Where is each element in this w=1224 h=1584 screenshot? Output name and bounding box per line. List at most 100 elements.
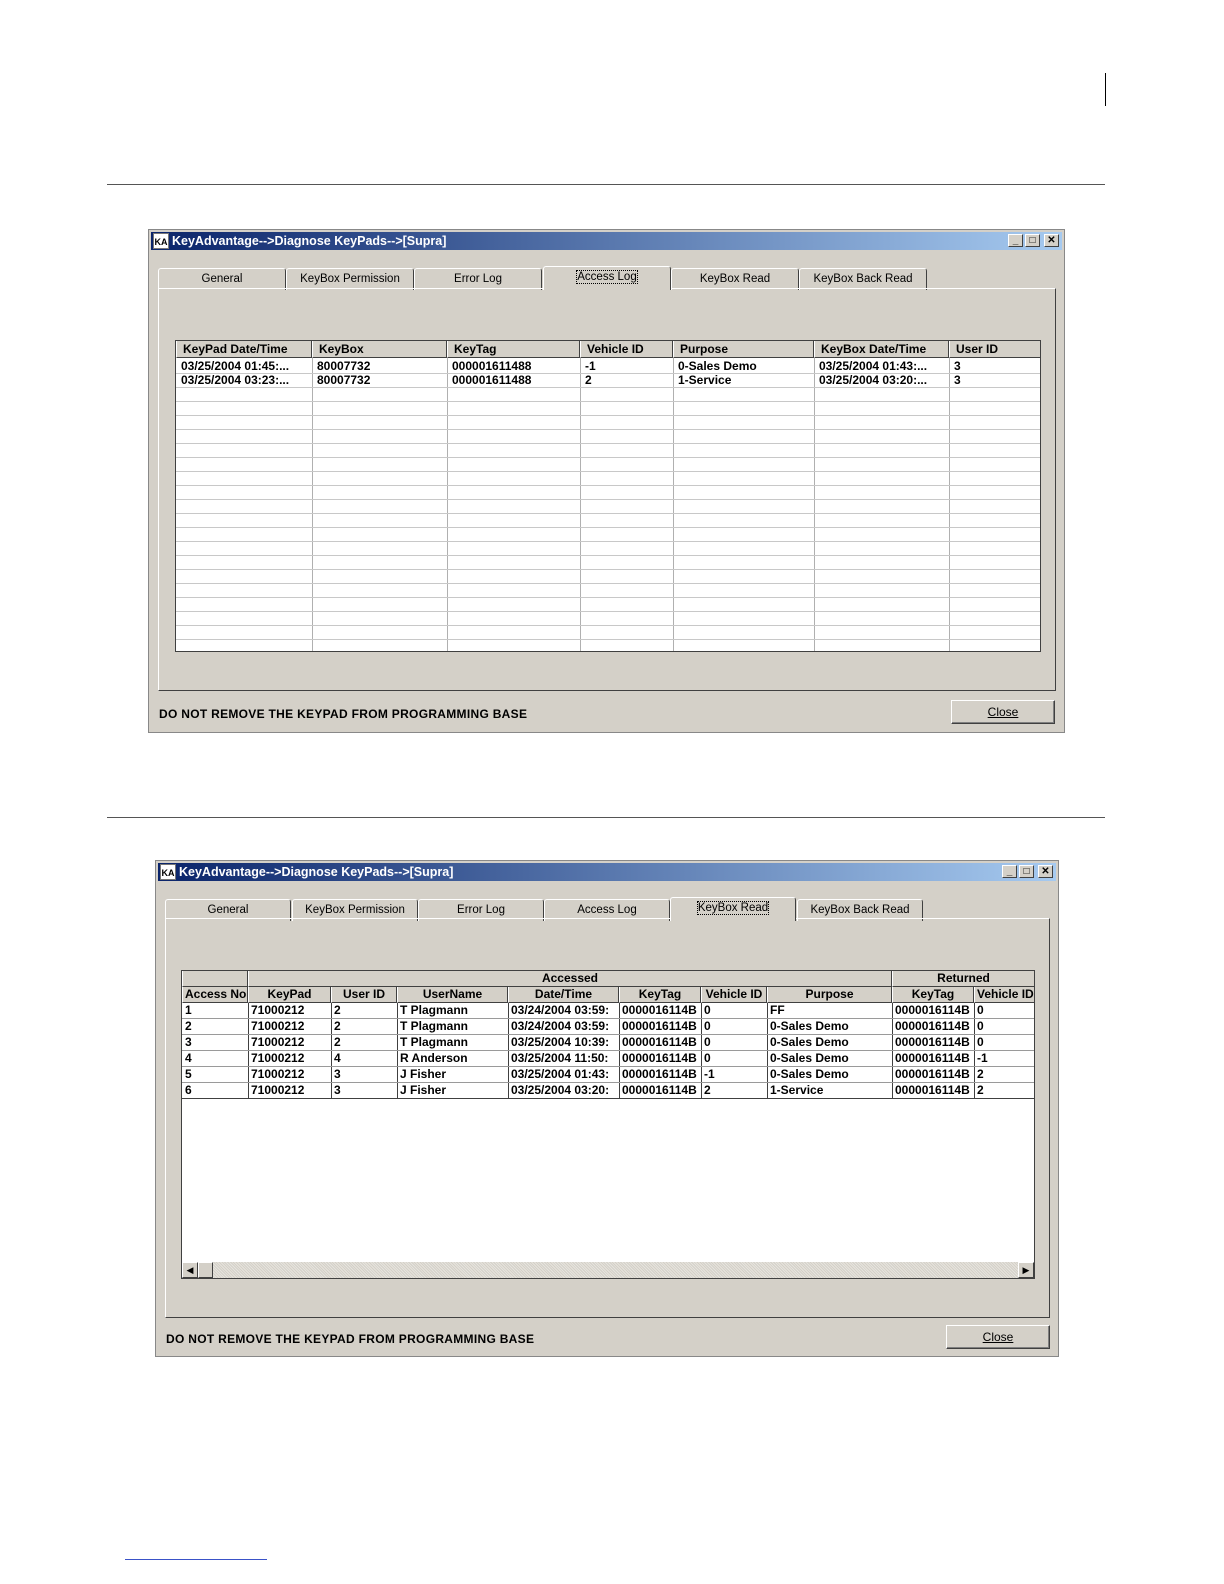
table-cell-vehicle-id[interactable]: 2	[701, 1083, 767, 1098]
column-header-keytag[interactable]: KeyTag	[447, 341, 580, 358]
scroll-thumb[interactable]	[198, 1262, 213, 1278]
column-header-vehicle-id[interactable]: Vehicle ID	[701, 987, 767, 1003]
table-cell-username[interactable]: R Anderson	[397, 1051, 508, 1066]
table-cell-user-id[interactable]: 3	[331, 1067, 397, 1082]
horizontal-scrollbar[interactable]: ◀ ▶	[182, 1262, 1034, 1278]
table-cell-user-id[interactable]: 3	[949, 359, 1040, 373]
table-cell-keytag-returned[interactable]: 0000016114B	[892, 1083, 974, 1098]
close-window-button[interactable]: ✕	[1044, 234, 1059, 247]
column-header-keybox[interactable]: KeyBox	[312, 341, 447, 358]
column-header-vehicle-id-returned[interactable]: Vehicle ID	[974, 987, 1034, 1003]
table-cell-date-time[interactable]: 03/25/2004 10:39:	[508, 1035, 619, 1050]
column-header-keypad[interactable]: KeyPad	[248, 987, 331, 1003]
scroll-right-icon[interactable]: ▶	[1018, 1262, 1034, 1278]
maximize-button[interactable]: □	[1019, 865, 1034, 878]
table-cell-user-id[interactable]: 2	[331, 1003, 397, 1018]
table-cell-vehicle-id[interactable]: -1	[580, 359, 673, 373]
table-cell-vehicle-id[interactable]: 0	[701, 1035, 767, 1050]
table-cell-purpose[interactable]: 1-Service	[673, 373, 814, 387]
table-cell-username[interactable]: J Fisher	[397, 1067, 508, 1082]
table-cell-vehicle-id[interactable]: 0	[701, 1051, 767, 1066]
table-cell-keytag[interactable]: 0000016114B	[619, 1083, 701, 1098]
column-header-date-time[interactable]: Date/Time	[508, 987, 619, 1003]
table-cell-vehicle-id-returned[interactable]: 2	[974, 1067, 1034, 1082]
table-cell-access-no[interactable]: 2	[182, 1019, 248, 1034]
table-cell-vehicle-id-returned[interactable]: 0	[974, 1003, 1034, 1018]
table-cell-access-no[interactable]: 1	[182, 1003, 248, 1018]
table-cell-keytag-returned[interactable]: 0000016114B	[892, 1003, 974, 1018]
tab-keybox-permission[interactable]: KeyBox Permission	[286, 268, 414, 290]
column-header-keybox-date-time[interactable]: KeyBox Date/Time	[814, 341, 949, 358]
table-cell-keybox-date-time[interactable]: 03/25/2004 03:20:...	[814, 373, 949, 387]
table-cell-date-time[interactable]: 03/25/2004 03:20:	[508, 1083, 619, 1098]
minimize-button[interactable]: _	[1008, 234, 1023, 247]
table-cell-keytag-returned[interactable]: 0000016114B	[892, 1019, 974, 1034]
table-cell-username[interactable]: T Plagmann	[397, 1035, 508, 1050]
table-cell-keytag[interactable]: 0000016114B	[619, 1003, 701, 1018]
table-cell-user-id[interactable]: 3	[949, 373, 1040, 387]
table-cell-user-id[interactable]: 2	[331, 1019, 397, 1034]
tab-keybox-read[interactable]: KeyBox Read	[671, 268, 799, 290]
table-cell-access-no[interactable]: 4	[182, 1051, 248, 1066]
table-cell-purpose[interactable]: 0-Sales Demo	[767, 1067, 892, 1082]
minimize-button[interactable]: _	[1002, 865, 1017, 878]
table-cell-purpose[interactable]: 0-Sales Demo	[767, 1035, 892, 1050]
table-cell-vehicle-id-returned[interactable]: 0	[974, 1019, 1034, 1034]
column-header-keytag[interactable]: KeyTag	[619, 987, 701, 1003]
table-cell-keybox[interactable]: 80007732	[312, 373, 447, 387]
table-cell-vehicle-id-returned[interactable]: 2	[974, 1083, 1034, 1098]
tab-general[interactable]: General	[158, 268, 286, 290]
table-cell-keytag[interactable]: 0000016114B	[619, 1035, 701, 1050]
table-cell-vehicle-id-returned[interactable]: 0	[974, 1035, 1034, 1050]
access-log-table[interactable]: KeyPad Date/Time KeyBox KeyTag Vehicle ID Pu…	[175, 340, 1041, 652]
column-header-keypad-date-time[interactable]: KeyPad Date/Time	[176, 341, 312, 358]
tab-keybox-read[interactable]: KeyBox Read	[670, 897, 796, 921]
table-cell-keytag[interactable]: 0000016114B	[619, 1019, 701, 1034]
table-cell-keypad-date-time[interactable]: 03/25/2004 01:45:...	[176, 359, 312, 373]
table-cell-username[interactable]: T Plagmann	[397, 1003, 508, 1018]
column-header-keytag-returned[interactable]: KeyTag	[892, 987, 974, 1003]
table-cell-purpose[interactable]: FF	[767, 1003, 892, 1018]
table-cell-keypad[interactable]: 71000212	[248, 1019, 331, 1034]
table-cell-date-time[interactable]: 03/24/2004 03:59:	[508, 1003, 619, 1018]
column-header-user-id[interactable]: User ID	[331, 987, 397, 1003]
table-cell-purpose[interactable]: 0-Sales Demo	[673, 359, 814, 373]
table-cell-user-id[interactable]: 3	[331, 1083, 397, 1098]
table-cell-keypad[interactable]: 71000212	[248, 1067, 331, 1082]
table-cell-keytag-returned[interactable]: 0000016114B	[892, 1051, 974, 1066]
table-cell-keypad[interactable]: 71000212	[248, 1083, 331, 1098]
maximize-button[interactable]: □	[1025, 234, 1040, 247]
table-cell-username[interactable]: T Plagmann	[397, 1019, 508, 1034]
column-header-username[interactable]: UserName	[397, 987, 508, 1003]
table-cell-vehicle-id-returned[interactable]: -1	[974, 1051, 1034, 1066]
keybox-read-table[interactable]: ◀ ▶ Accessed Returned Access No KeyPad User …	[181, 970, 1035, 1279]
table-cell-keytag[interactable]: 000001611488	[447, 373, 580, 387]
column-header-purpose[interactable]: Purpose	[767, 987, 892, 1003]
table-cell-access-no[interactable]: 5	[182, 1067, 248, 1082]
table-cell-keypad-date-time[interactable]: 03/25/2004 03:23:...	[176, 373, 312, 387]
table-cell-keytag[interactable]: 0000016114B	[619, 1051, 701, 1066]
table-cell-access-no[interactable]: 6	[182, 1083, 248, 1098]
column-header-vehicle-id[interactable]: Vehicle ID	[580, 341, 673, 358]
table-cell-vehicle-id[interactable]: -1	[701, 1067, 767, 1082]
close-window-button[interactable]: ✕	[1038, 865, 1053, 878]
table-cell-keybox[interactable]: 80007732	[312, 359, 447, 373]
table-cell-keypad[interactable]: 71000212	[248, 1003, 331, 1018]
table-cell-user-id[interactable]: 4	[331, 1051, 397, 1066]
table-cell-date-time[interactable]: 03/24/2004 03:59:	[508, 1019, 619, 1034]
table-cell-purpose[interactable]: 0-Sales Demo	[767, 1051, 892, 1066]
table-cell-keybox-date-time[interactable]: 03/25/2004 01:43:...	[814, 359, 949, 373]
table-cell-keytag-returned[interactable]: 0000016114B	[892, 1035, 974, 1050]
close-button[interactable]: Close	[946, 1325, 1050, 1349]
table-cell-date-time[interactable]: 03/25/2004 11:50:	[508, 1051, 619, 1066]
table-cell-vehicle-id[interactable]: 0	[701, 1019, 767, 1034]
table-cell-vehicle-id[interactable]: 0	[701, 1003, 767, 1018]
table-cell-user-id[interactable]: 2	[331, 1035, 397, 1050]
table-cell-keypad[interactable]: 71000212	[248, 1051, 331, 1066]
scroll-left-icon[interactable]: ◀	[182, 1262, 198, 1278]
tab-access-log[interactable]: Access Log	[543, 266, 671, 290]
table-cell-keytag-returned[interactable]: 0000016114B	[892, 1067, 974, 1082]
tab-error-log[interactable]: Error Log	[414, 268, 542, 290]
table-cell-purpose[interactable]: 0-Sales Demo	[767, 1019, 892, 1034]
column-header-user-id[interactable]: User ID	[949, 341, 1040, 358]
